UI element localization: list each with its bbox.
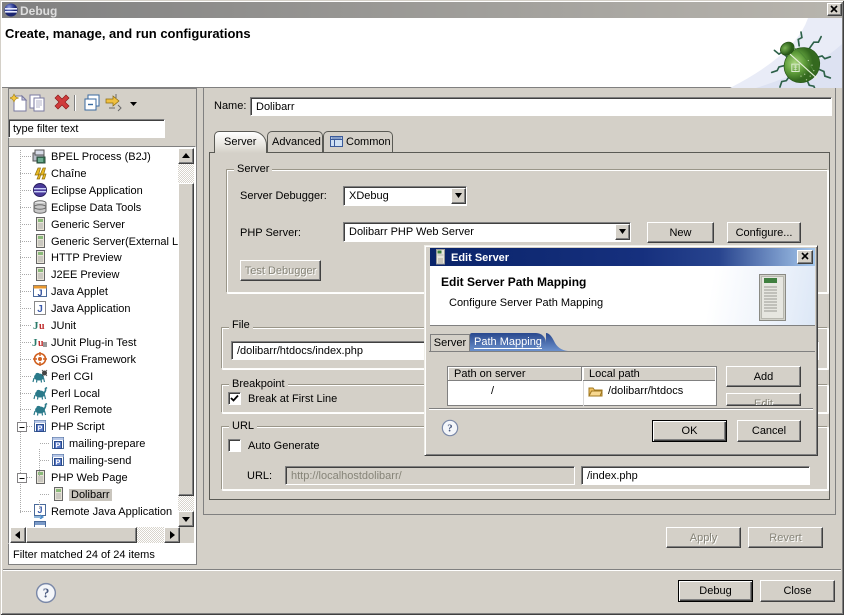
svg-text:J: J <box>37 304 43 315</box>
svg-text:?: ? <box>43 585 50 600</box>
svg-text:P: P <box>56 443 61 450</box>
svg-text:P: P <box>56 460 61 467</box>
svg-text:J: J <box>37 288 42 298</box>
svg-text:u: u <box>39 321 45 332</box>
svg-text:?: ? <box>447 423 452 435</box>
svg-text:P: P <box>38 426 43 433</box>
